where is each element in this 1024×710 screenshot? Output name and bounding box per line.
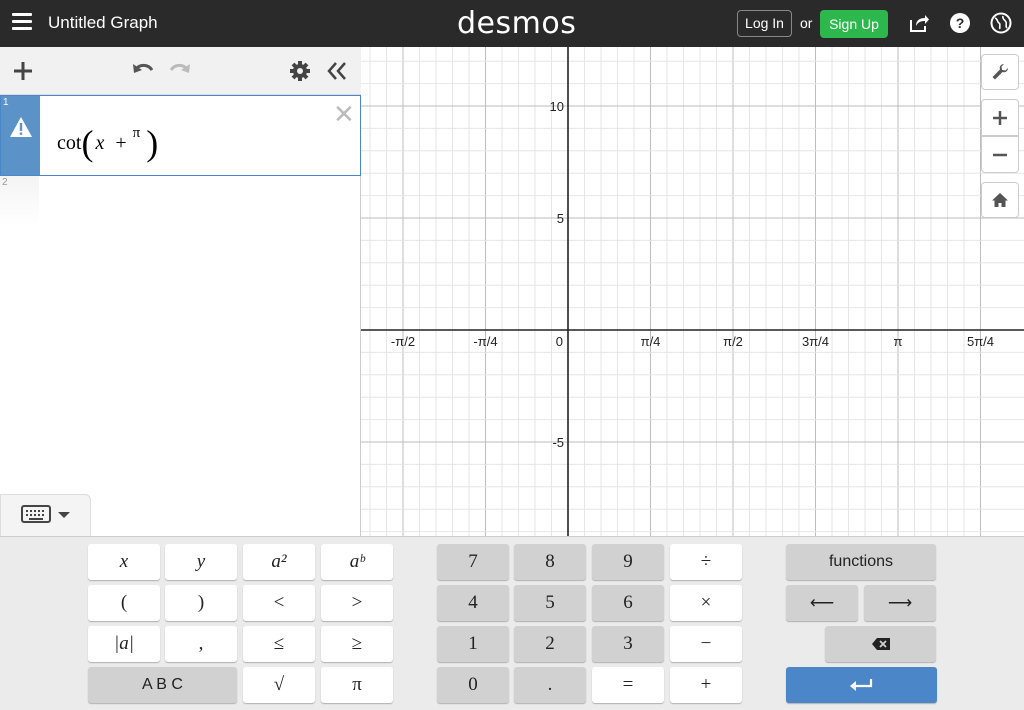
key-4[interactable]: 4 <box>437 585 509 621</box>
math-frac-top: π <box>132 125 141 141</box>
signup-button[interactable]: Sign Up <box>820 10 888 38</box>
keyboard-toggle-button[interactable] <box>0 494 91 536</box>
key-absolute-value[interactable]: |a| <box>88 626 160 662</box>
key-2[interactable]: 2 <box>514 626 586 662</box>
menu-icon[interactable] <box>12 13 32 31</box>
minus-icon <box>993 153 1007 156</box>
graph-grid[interactable]: -π/2 -π/4 0 π/4 π/2 3π/4 π 5π/4 10 5 -5 <box>361 47 1024 536</box>
settings-gear-icon[interactable] <box>288 59 312 83</box>
graph-canvas[interactable]: -π/2 -π/4 0 π/4 π/2 3π/4 π 5π/4 10 5 -5 <box>361 47 1024 536</box>
home-icon <box>992 193 1008 207</box>
key-a-squared[interactable]: a² <box>243 544 315 580</box>
key-greater-than[interactable]: > <box>321 585 393 621</box>
y-tick-label: 10 <box>550 99 564 114</box>
expression-math[interactable]: cot(x + π) <box>57 116 158 163</box>
share-icon[interactable] <box>908 12 930 34</box>
key-3[interactable]: 3 <box>592 626 664 662</box>
login-button[interactable]: Log In <box>737 10 792 37</box>
key-plus[interactable]: + <box>670 667 742 703</box>
expression-gutter: 1 <box>1 96 40 175</box>
key-x[interactable]: x <box>88 544 160 580</box>
key-right-arrow[interactable]: ⟶ <box>864 585 936 621</box>
add-expression-icon[interactable] <box>11 59 35 83</box>
key-abc[interactable]: A B C <box>88 667 237 703</box>
x-tick-label: 5π/4 <box>967 334 994 349</box>
keyboard-icon <box>21 505 51 523</box>
key-close-paren[interactable]: ) <box>165 585 237 621</box>
svg-text:?: ? <box>956 15 965 31</box>
expression-toolbar <box>0 47 361 95</box>
math-keypad: x y a² aᵇ ( ) < > |a| , ≤ ≥ A B C √ π 7 … <box>0 536 1024 710</box>
key-comma[interactable]: , <box>165 626 237 662</box>
desmos-logo: desmos <box>457 6 577 41</box>
math-variable: x <box>95 132 105 154</box>
key-a-power-b[interactable]: aᵇ <box>321 544 393 580</box>
help-icon[interactable]: ? <box>949 12 971 34</box>
x-tick-label: -π/4 <box>473 334 497 349</box>
key-5[interactable]: 5 <box>514 585 586 621</box>
key-open-paren[interactable]: ( <box>88 585 160 621</box>
x-tick-label: π/2 <box>723 334 743 349</box>
math-operator: + <box>115 132 127 154</box>
key-1[interactable]: 1 <box>437 626 509 662</box>
expression-number: 1 <box>3 97 9 108</box>
undo-icon[interactable] <box>131 59 155 83</box>
key-less-equal[interactable]: ≤ <box>243 626 315 662</box>
expression-item[interactable]: 1 cot(x + π) ✕ <box>0 95 361 176</box>
zoom-in-button[interactable] <box>981 99 1019 136</box>
key-sqrt[interactable]: √ <box>243 667 315 703</box>
key-9[interactable]: 9 <box>592 544 664 580</box>
graph-settings-button[interactable] <box>981 54 1019 90</box>
key-decimal[interactable]: . <box>514 667 586 703</box>
key-functions[interactable]: functions <box>786 544 936 580</box>
chevron-down-icon <box>58 512 70 518</box>
expression-panel: 1 cot(x + π) ✕ 2 <box>0 47 361 536</box>
key-y[interactable]: y <box>165 544 237 580</box>
key-7[interactable]: 7 <box>437 544 509 580</box>
warning-icon[interactable] <box>9 116 33 138</box>
x-tick-label: π <box>894 334 903 349</box>
default-viewport-button[interactable] <box>981 182 1019 218</box>
backspace-icon <box>871 638 890 650</box>
zoom-out-button[interactable] <box>981 136 1019 173</box>
wrench-icon <box>992 64 1008 80</box>
expression-gutter: 2 <box>0 176 39 226</box>
redo-icon[interactable] <box>168 59 192 83</box>
x-tick-label: 0 <box>556 334 563 349</box>
x-tick-label: -π/2 <box>391 334 415 349</box>
key-8[interactable]: 8 <box>514 544 586 580</box>
plus-icon <box>993 110 1007 125</box>
top-bar: Untitled Graph desmos Log In or Sign Up … <box>0 0 1024 47</box>
key-pi[interactable]: π <box>321 667 393 703</box>
y-tick-label: -5 <box>552 435 564 450</box>
key-divide[interactable]: ÷ <box>670 544 742 580</box>
key-greater-equal[interactable]: ≥ <box>321 626 393 662</box>
key-less-than[interactable]: < <box>243 585 315 621</box>
x-tick-label: π/4 <box>641 334 661 349</box>
delete-expression-icon[interactable]: ✕ <box>333 101 355 127</box>
x-tick-label: 3π/4 <box>802 334 829 349</box>
key-enter[interactable] <box>786 667 937 703</box>
key-minus[interactable]: − <box>670 626 742 662</box>
key-6[interactable]: 6 <box>592 585 664 621</box>
graph-title[interactable]: Untitled Graph <box>48 13 158 33</box>
expression-number: 2 <box>2 177 8 188</box>
expression-item[interactable]: 2 <box>0 176 361 226</box>
y-tick-label: 5 <box>557 211 564 226</box>
key-0[interactable]: 0 <box>437 667 509 703</box>
collapse-panel-icon[interactable] <box>325 59 349 83</box>
key-equals[interactable]: = <box>592 667 664 703</box>
math-function: cot <box>57 132 82 154</box>
globe-icon[interactable] <box>990 12 1012 34</box>
or-text: or <box>800 15 813 31</box>
key-left-arrow[interactable]: ⟵ <box>786 585 858 621</box>
key-multiply[interactable]: × <box>670 585 742 621</box>
key-backspace[interactable] <box>825 626 936 662</box>
enter-icon <box>849 679 872 691</box>
